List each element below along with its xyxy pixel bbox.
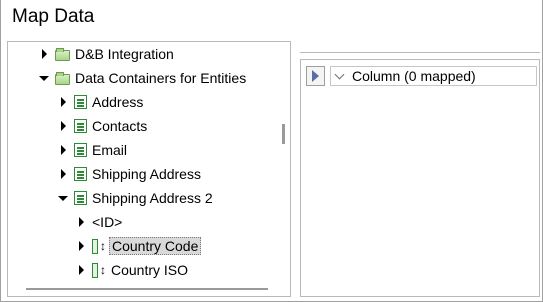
tree-item-email[interactable]: Email: [57, 139, 127, 161]
chevron-down-icon: [334, 69, 345, 79]
expand-arrow-icon[interactable]: [38, 48, 50, 60]
expand-mapping-button[interactable]: [306, 66, 325, 86]
entity-icon: [74, 95, 87, 109]
collapse-arrow-icon[interactable]: [57, 192, 69, 204]
tree-item-label: Shipping Address: [92, 166, 201, 182]
folder-icon: [55, 47, 70, 61]
entity-tree[interactable]: D&B Integration Data Containers for Enti…: [7, 41, 291, 297]
tree-item-label: Country Code: [109, 237, 202, 255]
expand-arrow-icon[interactable]: [75, 216, 87, 228]
tree-item-dnb-integration[interactable]: D&B Integration: [38, 43, 174, 65]
entity-icon: [74, 143, 87, 157]
tree-item-country-code[interactable]: ↕ Country Code: [75, 235, 202, 257]
map-data-window: Map Data D&B Integration Data Containers…: [0, 0, 543, 302]
entity-icon: [74, 167, 87, 181]
tree-item-label: Email: [92, 142, 128, 158]
expand-arrow-icon[interactable]: [57, 120, 69, 132]
tree-item-label: <ID>: [92, 214, 123, 230]
collapse-arrow-icon[interactable]: [38, 72, 50, 84]
tree-item-label: Shipping Address 2: [92, 190, 213, 206]
expand-arrow-icon[interactable]: [75, 240, 87, 252]
panel-divider: [300, 52, 540, 53]
tree-item-shipping-address-2[interactable]: Shipping Address 2: [57, 187, 213, 209]
expand-arrow-icon[interactable]: [57, 96, 69, 108]
field-icon: ↕: [92, 238, 106, 254]
tree-item-address[interactable]: Address: [57, 91, 143, 113]
column-header-label: Column (0 mapped): [352, 68, 476, 84]
page-title: Map Data: [12, 6, 95, 27]
play-icon: [312, 70, 319, 82]
tree-item-shipping-address[interactable]: Shipping Address: [57, 163, 201, 185]
expand-arrow-icon[interactable]: [57, 144, 69, 156]
horizontal-scrollbar[interactable]: [26, 288, 268, 290]
tree-item-contacts[interactable]: Contacts: [57, 115, 147, 137]
tree-item-label: Country ISO: [111, 262, 189, 278]
folder-icon: [55, 71, 70, 85]
expand-arrow-icon[interactable]: [75, 264, 87, 276]
tree-item-label: Address: [92, 94, 144, 110]
tree-item-label: Contacts: [92, 118, 148, 134]
tree-item-label: Data Containers for Entities: [75, 70, 247, 86]
entity-icon: [74, 191, 87, 205]
vertical-scrollbar[interactable]: [282, 124, 285, 144]
column-header[interactable]: Column (0 mapped): [330, 66, 537, 86]
expand-arrow-icon[interactable]: [57, 168, 69, 180]
mapping-panel: Column (0 mapped): [300, 59, 540, 297]
tree-item-id[interactable]: <ID>: [75, 211, 122, 233]
field-icon: ↕: [92, 262, 106, 278]
tree-item-data-containers[interactable]: Data Containers for Entities: [38, 67, 246, 89]
tree-item-label: D&B Integration: [75, 46, 174, 62]
entity-icon: [74, 119, 87, 133]
tree-item-country-iso[interactable]: ↕ Country ISO: [75, 259, 188, 281]
